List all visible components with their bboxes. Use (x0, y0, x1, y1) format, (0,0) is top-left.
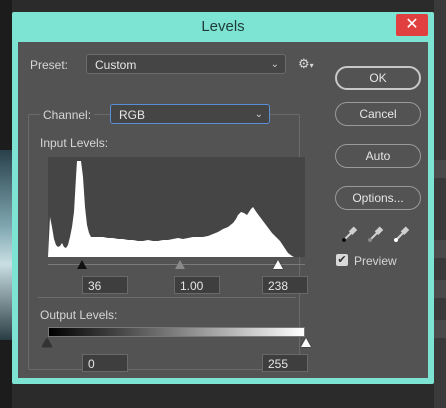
background-app-right-edge (434, 0, 446, 408)
divider (38, 297, 296, 298)
input-black-field[interactable]: 36 (82, 276, 128, 294)
preset-label: Preset: (30, 58, 69, 72)
white-point-eyedropper-icon[interactable] (392, 224, 412, 244)
cancel-button[interactable]: Cancel (335, 102, 421, 126)
input-levels-label: Input Levels: (40, 136, 109, 150)
input-white-field[interactable]: 238 (262, 276, 308, 294)
preset-value: Custom (95, 58, 137, 72)
gray-point-eyedropper-icon[interactable] (366, 224, 386, 244)
output-black-field[interactable]: 0 (82, 354, 128, 372)
channel-label: Channel: (40, 108, 95, 122)
checkmark-icon: ✔ (337, 254, 347, 266)
levels-dialog: Levels ✕ Preset: Custom ⌄ ⚙▾ Channel: RG… (12, 12, 434, 384)
close-button[interactable]: ✕ (396, 14, 428, 36)
input-black-slider[interactable] (77, 260, 87, 269)
input-gamma-slider[interactable] (175, 260, 185, 269)
preview-checkbox[interactable]: ✔ (336, 254, 348, 266)
output-black-slider[interactable] (42, 338, 52, 347)
channel-select[interactable]: RGB ⌄ (110, 104, 270, 124)
output-white-field[interactable]: 255 (262, 354, 308, 372)
ok-button[interactable]: OK (335, 66, 421, 90)
options-button[interactable]: Options... (335, 186, 421, 210)
input-white-slider[interactable] (273, 260, 283, 269)
black-point-eyedropper-icon[interactable] (340, 224, 360, 244)
preview-label: Preview (354, 254, 397, 268)
title-bar[interactable]: Levels ✕ (12, 12, 434, 42)
chevron-down-icon: ⌄ (254, 109, 263, 120)
dialog-title: Levels (201, 18, 245, 35)
output-gradient-bar (48, 327, 305, 337)
auto-button[interactable]: Auto (335, 144, 421, 168)
background-panel-tab (434, 280, 446, 298)
output-levels-label: Output Levels: (40, 308, 118, 322)
background-image-fragment (0, 150, 12, 340)
background-panel-tab (434, 320, 446, 338)
chevron-down-icon: ⌄ (270, 59, 279, 70)
channel-value: RGB (119, 108, 146, 122)
background-panel-tab (434, 160, 446, 178)
background-panel-tab (434, 240, 446, 258)
output-white-slider[interactable] (301, 338, 311, 347)
dialog-body: Preset: Custom ⌄ ⚙▾ Channel: RGB ⌄ Input… (18, 42, 428, 378)
background-app-left-edge (0, 0, 12, 408)
preset-select[interactable]: Custom ⌄ (86, 54, 286, 74)
gear-icon[interactable]: ⚙▾ (298, 56, 314, 72)
close-icon: ✕ (405, 16, 419, 33)
input-gamma-field[interactable]: 1.00 (174, 276, 220, 294)
histogram (48, 157, 305, 257)
